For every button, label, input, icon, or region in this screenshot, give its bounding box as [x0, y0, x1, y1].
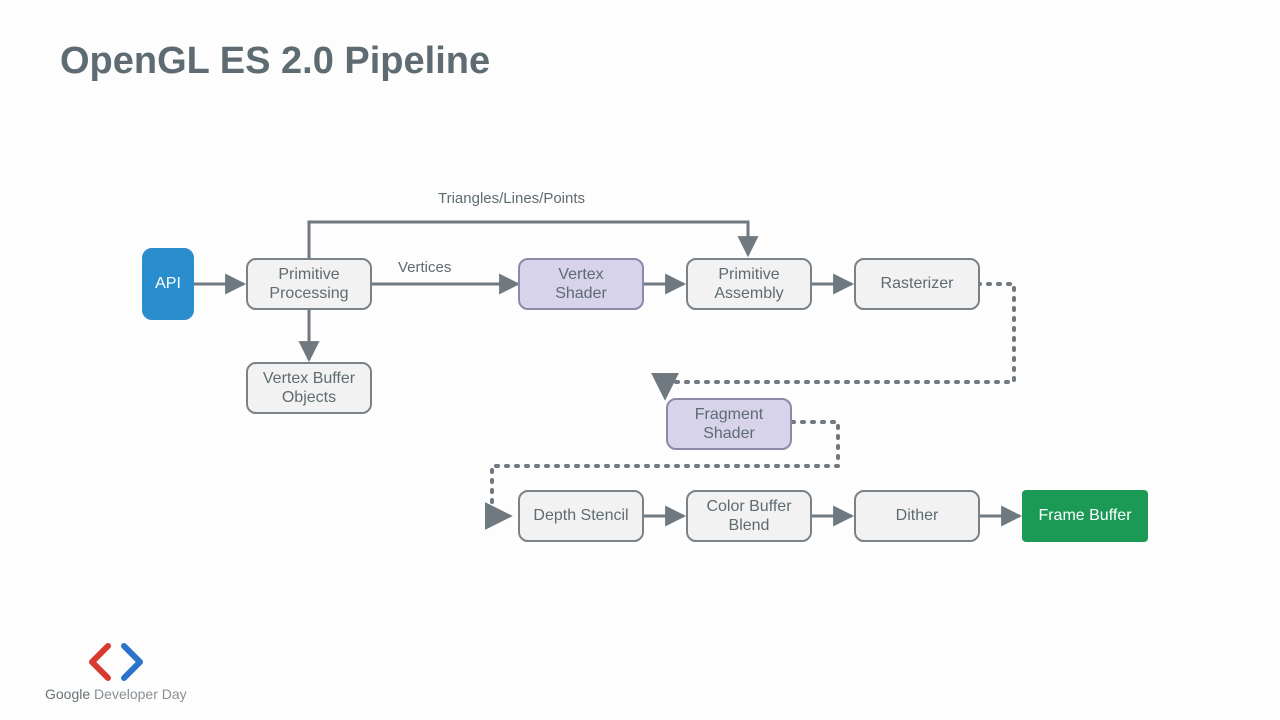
node-api: API: [142, 248, 194, 320]
edges-layer: [0, 0, 1280, 720]
label-vertices: Vertices: [398, 259, 451, 276]
page-title: OpenGL ES 2.0 Pipeline: [60, 40, 490, 83]
angle-brackets-icon: [86, 642, 146, 682]
node-primitive-processing: Primitive Processing: [246, 258, 372, 310]
label-triangles-lines-points: Triangles/Lines/Points: [438, 190, 585, 207]
node-vertex-buffer-objects: Vertex Buffer Objects: [246, 362, 372, 414]
footer-logo: Google Developer Day: [45, 642, 187, 702]
node-rasterizer: Rasterizer: [854, 258, 980, 310]
node-frame-buffer: Frame Buffer: [1022, 490, 1148, 542]
node-vertex-shader: Vertex Shader: [518, 258, 644, 310]
node-fragment-shader: Fragment Shader: [666, 398, 792, 450]
node-primitive-assembly: Primitive Assembly: [686, 258, 812, 310]
footer-logo-text: Google Developer Day: [45, 686, 187, 702]
node-depth-stencil: Depth Stencil: [518, 490, 644, 542]
node-dither: Dither: [854, 490, 980, 542]
node-color-buffer-blend: Color Buffer Blend: [686, 490, 812, 542]
